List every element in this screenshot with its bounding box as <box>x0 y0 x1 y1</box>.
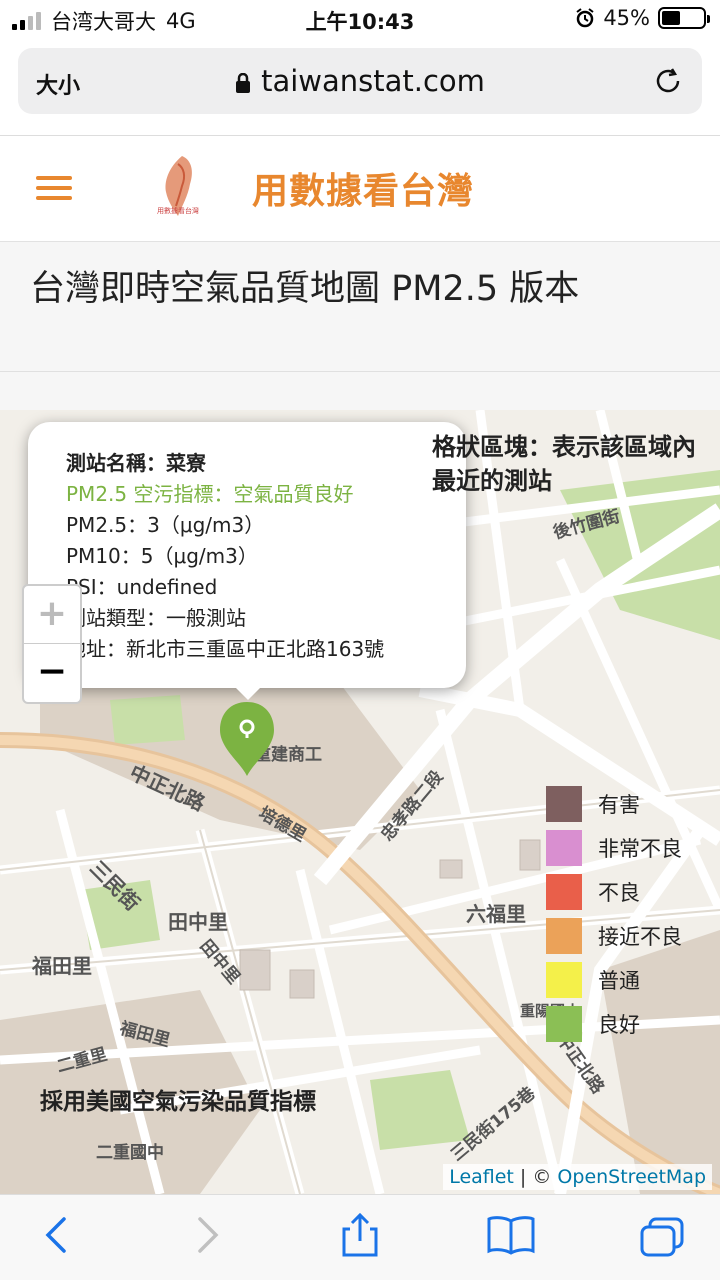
url-field[interactable]: taiwanstat.com <box>18 64 702 98</box>
legend-swatch <box>546 874 582 910</box>
legend-label: 有害 <box>598 793 640 817</box>
forward-icon[interactable] <box>192 1215 224 1255</box>
station-popup: 測站名稱：菜寮 PM2.5 空污指標：空氣品質良好 PM2.5：3（μg/m3）… <box>28 422 466 688</box>
legend-label: 不良 <box>598 881 640 905</box>
legend-item: 有害 <box>546 782 682 826</box>
station-marker-icon[interactable] <box>218 700 276 778</box>
battery-fill <box>662 11 680 25</box>
url-text: taiwanstat.com <box>261 64 485 98</box>
page-title: 台灣即時空氣品質地圖 PM2.5 版本 <box>30 269 580 309</box>
legend-item: 非常不良 <box>546 826 682 870</box>
legend-item: 普通 <box>546 958 682 1002</box>
popup-pm10: PM10：5（μg/m3） <box>66 544 258 568</box>
map-label-district: 六福里 <box>466 902 526 926</box>
legend-label: 普通 <box>598 969 640 993</box>
bookmarks-icon[interactable] <box>486 1215 536 1255</box>
legend-item: 不良 <box>546 870 682 914</box>
map-attribution: Leaflet | © OpenStreetMap <box>443 1164 712 1190</box>
aqi-legend: 有害 非常不良 不良 接近不良 普通 良好 <box>546 782 682 1046</box>
legend-item: 接近不良 <box>546 914 682 958</box>
leaflet-link[interactable]: Leaflet <box>449 1166 514 1188</box>
map[interactable]: 中正北路 三民街 田中里 福田里 六福里 培德里 忠孝路二段 後竹圍街 二重里 … <box>0 410 720 1194</box>
popup-psi: PSI：undefined <box>66 575 218 599</box>
legend-label: 接近不良 <box>598 925 682 949</box>
legend-swatch <box>546 786 582 822</box>
page-title-area: 台灣即時空氣品質地圖 PM2.5 版本 <box>0 242 720 372</box>
alarm-icon <box>576 8 594 28</box>
zoom-control: + − <box>22 584 82 704</box>
popup-status: PM2.5 空污指標：空氣品質良好 <box>66 482 354 506</box>
site-header: 用數據看台灣 用數據看台灣 <box>0 136 720 242</box>
popup-station-type: 測站類型：一般測站 <box>66 606 246 630</box>
popup-address: 地址：新北市三重區中正北路163號 <box>66 637 385 661</box>
attribution-separator: | © <box>513 1166 558 1188</box>
reload-icon[interactable] <box>652 65 684 97</box>
address-bar[interactable]: 大小 taiwanstat.com <box>18 48 702 114</box>
browser-address-area: 大小 taiwanstat.com <box>0 40 720 136</box>
zoom-in-button[interactable]: + <box>24 586 80 644</box>
legend-label: 良好 <box>598 1013 640 1037</box>
popup-station-name: 測站名稱：菜寮 <box>66 451 206 475</box>
map-label-school: 二重國中 <box>96 1143 164 1163</box>
share-icon[interactable] <box>338 1211 382 1259</box>
popup-pm25: PM2.5：3（μg/m3） <box>66 513 265 537</box>
legend-swatch <box>546 830 582 866</box>
tabs-icon[interactable] <box>638 1215 686 1259</box>
battery-icon <box>658 7 710 29</box>
grid-note: 格狀區塊：表示該區域內最近的測站 <box>432 433 696 495</box>
back-icon[interactable] <box>40 1215 72 1255</box>
status-right: 45% <box>575 6 710 30</box>
osm-link[interactable]: OpenStreetMap <box>557 1166 706 1188</box>
map-label-district: 福田里 <box>32 954 92 978</box>
battery-percent: 45% <box>603 6 650 30</box>
browser-toolbar <box>0 1194 720 1280</box>
legend-label: 非常不良 <box>598 837 682 861</box>
lock-icon <box>236 73 251 93</box>
legend-swatch <box>546 1006 582 1042</box>
legend-swatch <box>546 962 582 998</box>
aqi-note: 採用美國空氣污染品質指標 <box>40 1089 316 1115</box>
map-label-district: 田中里 <box>168 910 228 934</box>
menu-icon[interactable] <box>36 176 72 200</box>
zoom-out-button[interactable]: − <box>24 644 80 702</box>
legend-item: 良好 <box>546 1002 682 1046</box>
popup-tip <box>230 682 266 700</box>
legend-swatch <box>546 918 582 954</box>
site-title[interactable]: 用數據看台灣 <box>252 162 474 214</box>
logo-caption: 用數據看台灣 <box>157 207 199 215</box>
status-bar: 台湾大哥大 4G 上午10:43 45% <box>0 0 720 40</box>
